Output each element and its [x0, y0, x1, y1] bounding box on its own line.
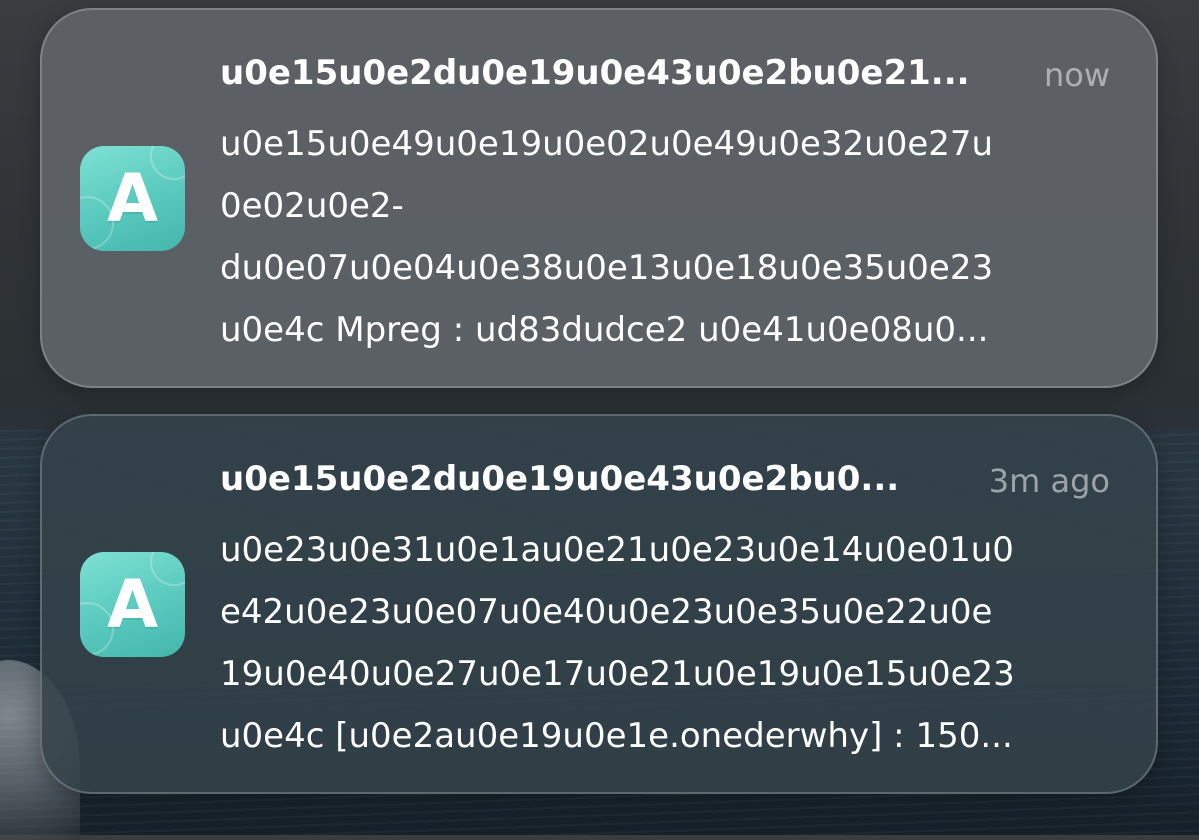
app-icon: A: [80, 146, 185, 251]
notification-body-line: e42u0e23u0e07u0e40u0e23u0e35u0e22u0e: [220, 592, 993, 632]
notification-body-line: 19u0e40u0e27u0e17u0e21u0e19u0e15u0e23: [220, 654, 1015, 694]
notification-body-line: 0e02u0e2-: [220, 186, 404, 226]
notification-card[interactable]: A u0e15u0e2du0e19u0e43u0e2bu0e21... now …: [40, 8, 1158, 388]
notification-body-line: u0e4c Mpreg : ud83dudce2 u0e41u0e08u0...: [220, 310, 989, 350]
notification-body-line: du0e07u0e04u0e38u0e13u0e18u0e35u0e23: [220, 248, 994, 288]
notification-time: 3m ago: [988, 462, 1110, 500]
app-icon: A: [80, 552, 185, 657]
notification-title: u0e15u0e2du0e19u0e43u0e2bu0...: [220, 459, 900, 499]
notification-body: u0e23u0e31u0e1au0e21u0e23u0e14u0e01u0 e4…: [220, 519, 1120, 767]
notification-body-line: u0e4c [u0e2au0e19u0e1e.onederwhy] : 150.…: [220, 716, 1013, 756]
app-icon-letter: A: [106, 566, 159, 643]
notification-title: u0e15u0e2du0e19u0e43u0e2bu0e21...: [220, 53, 970, 93]
notification-body-line: u0e15u0e49u0e19u0e02u0e49u0e32u0e27u: [220, 124, 994, 164]
notification-time: now: [1043, 56, 1110, 94]
notification-body-line: u0e23u0e31u0e1au0e21u0e23u0e14u0e01u0: [220, 530, 1014, 570]
notification-card[interactable]: A u0e15u0e2du0e19u0e43u0e2bu0... 3m ago …: [40, 414, 1158, 794]
notification-body: u0e15u0e49u0e19u0e02u0e49u0e32u0e27u 0e0…: [220, 113, 1120, 361]
app-icon-letter: A: [106, 160, 159, 237]
